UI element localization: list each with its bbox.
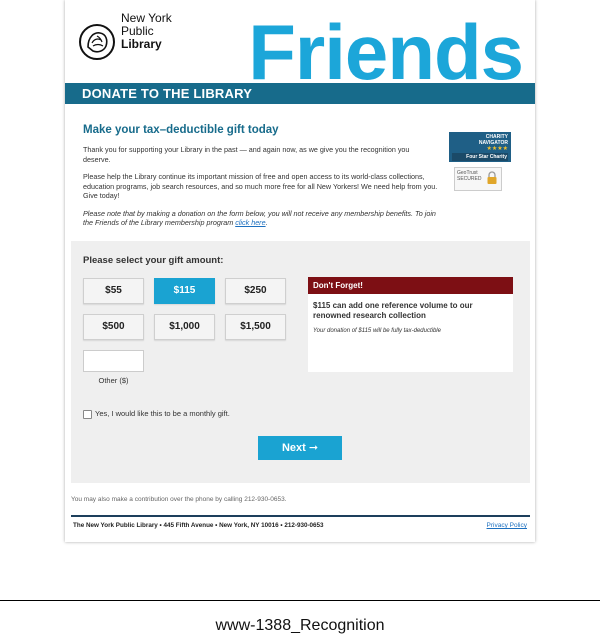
charity-navigator-badge[interactable]: CHARITY NAVIGATOR ★★★★ Four Star Charity — [449, 132, 511, 162]
other-amount-label: Other ($) — [98, 376, 129, 385]
intro-title: Make your tax–deductible gift today — [83, 124, 279, 136]
screenshot-caption: www-1388_Recognition — [215, 617, 385, 634]
phone-contribution-note: You may also make a contribution over th… — [71, 496, 287, 503]
privacy-policy-link[interactable]: Privacy Policy — [487, 522, 527, 529]
gift-amount-title: Please select your gift amount: — [83, 255, 224, 266]
footer-address: The New York Public Library • 445 Fifth … — [73, 522, 324, 529]
logo-text: New York Public Library — [121, 12, 172, 51]
charity-line-3: Four Star Charity — [452, 153, 508, 161]
membership-note-end: . — [265, 218, 268, 227]
padlock-icon — [487, 171, 497, 184]
caption-divider — [0, 600, 600, 601]
gift-impact-message: $115 can add one reference volume to our… — [313, 301, 473, 320]
dont-forget-heading: Don't Forget! — [308, 277, 513, 294]
charity-stars-icon: ★★★★ — [486, 146, 508, 152]
monthly-gift-checkbox[interactable] — [83, 409, 92, 419]
other-amount-input[interactable] — [83, 350, 144, 372]
footer-divider — [71, 515, 530, 517]
amount-button-250[interactable]: $250 — [225, 278, 286, 304]
amount-button-1000[interactable]: $1,000 — [154, 314, 215, 340]
tax-deductible-note: Your donation of $115 will be fully tax-… — [313, 328, 441, 334]
next-button[interactable]: Next ➞ — [258, 436, 342, 460]
monthly-gift-label: Yes, I would like this to be a monthly g… — [95, 409, 230, 418]
nypl-logo[interactable]: New York Public Library — [79, 12, 179, 67]
monthly-gift-option[interactable]: Yes, I would like this to be a monthly g… — [83, 409, 230, 419]
geotrust-secured-badge[interactable]: GeoTrust SECURED — [454, 167, 502, 191]
friends-hero-word: Friends — [248, 8, 524, 96]
amount-button-115[interactable]: $115 — [154, 278, 215, 304]
amount-button-55[interactable]: $55 — [83, 278, 144, 304]
gift-form-panel: Please select your gift amount: $55 $115… — [71, 241, 530, 483]
logo-line-3: Library — [121, 37, 162, 51]
intro-paragraph-1: Thank you for supporting your Library in… — [83, 145, 410, 164]
lion-icon — [79, 24, 115, 60]
donation-page: New York Public Library Friends DONATE T… — [65, 0, 535, 542]
amount-button-500[interactable]: $500 — [83, 314, 144, 340]
dont-forget-box: Don't Forget! $115 can add one reference… — [308, 277, 513, 372]
donate-banner: DONATE TO THE LIBRARY — [65, 83, 535, 104]
membership-note: Please note that by making a donation on… — [83, 209, 438, 228]
membership-link[interactable]: click here — [235, 218, 265, 227]
intro-paragraph-2: Please help the Library continue its imp… — [83, 172, 438, 200]
amount-button-1500[interactable]: $1,500 — [225, 314, 286, 340]
intro-section: Make your tax–deductible gift today Than… — [83, 124, 438, 236]
